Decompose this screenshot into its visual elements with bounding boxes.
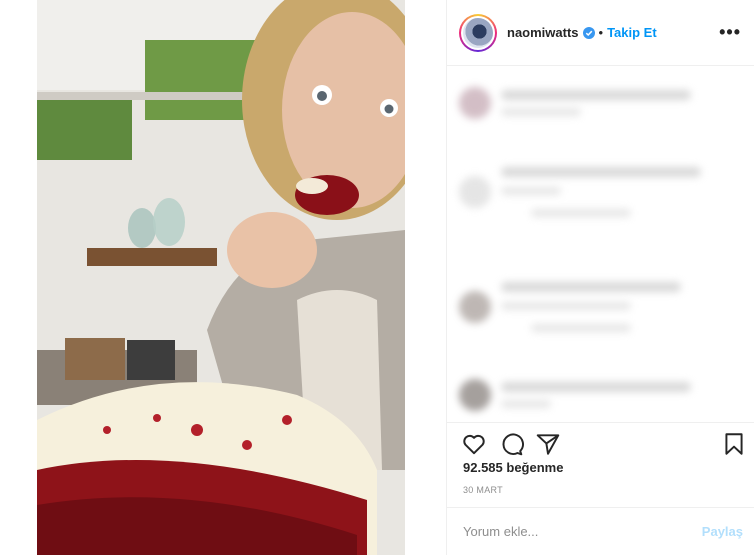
- comment-icon[interactable]: [498, 431, 524, 457]
- heart-icon[interactable]: [461, 431, 487, 457]
- username-link[interactable]: naomiwatts: [507, 25, 579, 40]
- list-item: [459, 167, 701, 217]
- list-item: [459, 379, 691, 411]
- photo-icon: [37, 0, 405, 555]
- bookmark-icon[interactable]: [721, 431, 747, 457]
- separator-dot: •: [598, 25, 604, 40]
- comment-form: Paylaş: [447, 507, 754, 555]
- list-item: [459, 87, 691, 119]
- post-media-pane: [0, 0, 446, 555]
- action-bar: [447, 422, 754, 462]
- share-icon[interactable]: [535, 431, 561, 457]
- comments-list-blurred: [447, 67, 754, 422]
- follow-button[interactable]: Takip Et: [607, 25, 657, 40]
- comment-input[interactable]: [463, 524, 702, 539]
- avatar-image: [463, 17, 493, 48]
- post-sidebar: naomiwatts • Takip Et ••• 92.585 beğenme…: [446, 0, 754, 555]
- list-item: [459, 282, 681, 332]
- post-header: naomiwatts • Takip Et •••: [447, 0, 754, 66]
- post-date[interactable]: 30 MART: [463, 485, 503, 495]
- avatar[interactable]: [459, 13, 497, 52]
- post-comment-button[interactable]: Paylaş: [702, 524, 743, 539]
- more-icon[interactable]: •••: [719, 22, 741, 43]
- post-photo[interactable]: [37, 0, 405, 555]
- verified-icon: [582, 26, 595, 39]
- like-count[interactable]: 92.585 beğenme: [463, 460, 563, 475]
